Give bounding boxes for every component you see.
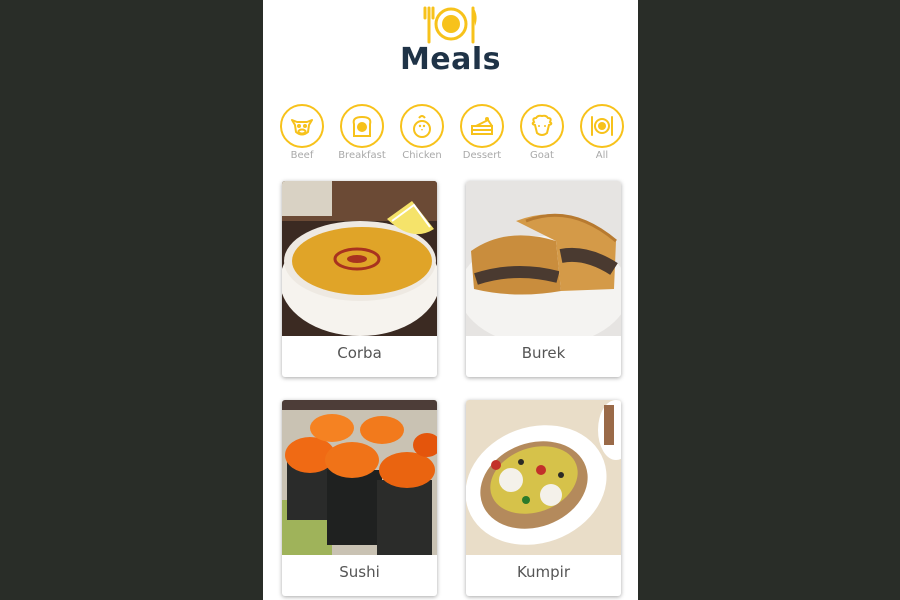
meal-photo (282, 400, 437, 555)
category-dessert[interactable]: Dessert (452, 104, 512, 161)
category-label: Chicken (402, 150, 442, 161)
plate-fork-knife-icon (580, 104, 624, 148)
cake-icon (460, 104, 504, 148)
chicken-icon (400, 104, 444, 148)
meal-name: Corba (337, 344, 382, 362)
meal-photo (466, 400, 621, 555)
meal-name: Sushi (339, 563, 380, 581)
meal-photo (466, 181, 621, 336)
category-beef[interactable]: Beef (272, 104, 332, 161)
meal-card-burek[interactable]: Burek (466, 181, 621, 377)
meal-photo (282, 181, 437, 336)
category-label: Dessert (462, 150, 502, 161)
category-breakfast[interactable]: Breakfast (332, 104, 392, 161)
toast-egg-icon (340, 104, 384, 148)
meal-name: Burek (521, 344, 566, 362)
meal-card-kumpir[interactable]: Kumpir (466, 400, 621, 596)
category-label: Goat (530, 150, 554, 161)
category-goat[interactable]: Goat (512, 104, 572, 161)
page-title: Meals (399, 42, 502, 77)
plate-fork-knife-icon (423, 6, 477, 44)
meal-card-corba[interactable]: Corba (282, 181, 437, 377)
meal-name: Kumpir (516, 563, 571, 581)
category-label: Breakfast (338, 150, 386, 161)
category-label: All (595, 150, 609, 161)
category-bar: Beef Breakfast Chicken Dessert Goat All (272, 104, 632, 161)
app-logo (263, 2, 638, 46)
category-all[interactable]: All (572, 104, 632, 161)
category-chicken[interactable]: Chicken (392, 104, 452, 161)
goat-icon (520, 104, 564, 148)
cow-icon (280, 104, 324, 148)
meal-card-sushi[interactable]: Sushi (282, 400, 437, 596)
category-label: Beef (290, 150, 314, 161)
app-screen: Meals Beef Breakfast Chicken Dessert Goa… (263, 0, 638, 600)
